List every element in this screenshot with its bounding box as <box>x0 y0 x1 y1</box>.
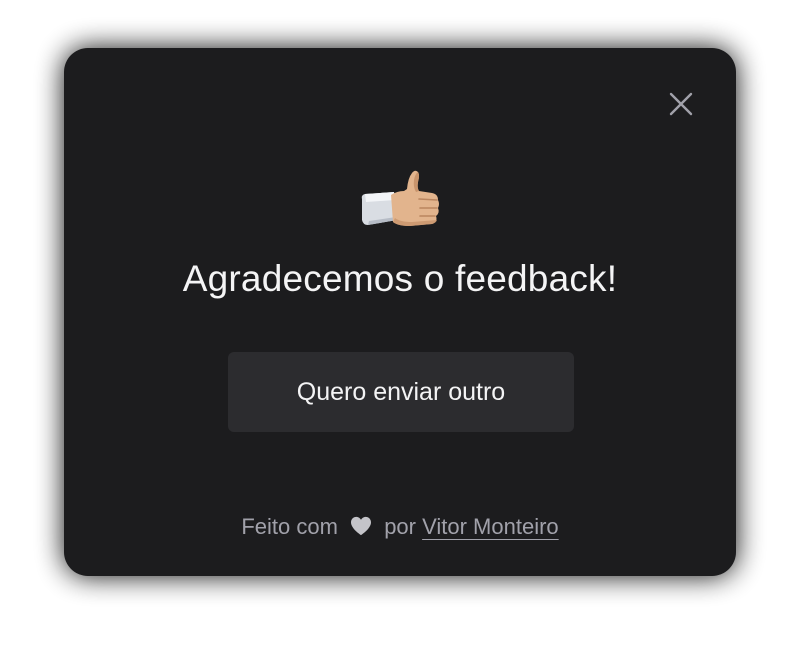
footer-credit: Feito com por Vitor Monteiro <box>64 511 736 543</box>
send-another-button[interactable]: Quero enviar outro <box>228 352 574 432</box>
footer-by: por <box>384 514 416 539</box>
footer-made-with: Feito com <box>241 514 338 539</box>
feedback-success-dialog: Agradecemos o feedback! Quero enviar out… <box>64 48 736 576</box>
close-button[interactable] <box>668 91 694 117</box>
heart-icon <box>351 517 372 536</box>
close-icon <box>669 92 693 116</box>
thumbs-up-icon <box>361 170 439 226</box>
author-link[interactable]: Vitor Monteiro <box>422 514 559 539</box>
dialog-title: Agradecemos o feedback! <box>182 258 618 299</box>
